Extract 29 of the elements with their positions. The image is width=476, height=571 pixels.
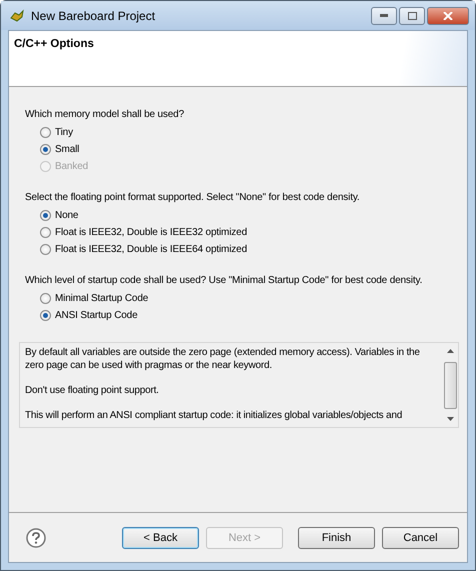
minimize-button[interactable] <box>371 6 397 24</box>
minimize-icon <box>380 14 388 17</box>
description-text: By default all variables are outside the zero page (extended memory access). Variables in the zero page can be used with pragmas or the near keyword. <box>25 346 421 372</box>
page-title: C/C++ Options <box>14 38 94 50</box>
radio-option[interactable]: Float is IEEE32, Double is IEEE64 optimized <box>40 241 247 258</box>
dialog-button[interactable]: Cancel <box>382 526 459 548</box>
radio-option[interactable]: Float is IEEE32, Double is IEEE32 optimized <box>40 224 247 241</box>
dialog-button[interactable]: Finish <box>298 526 375 548</box>
radio-option[interactable]: None <box>40 207 78 224</box>
maximize-button[interactable] <box>399 6 425 24</box>
question-label: Which memory model shall be used? <box>25 109 184 120</box>
maximize-icon <box>408 12 416 20</box>
close-icon <box>443 12 453 20</box>
radio-option[interactable]: Small <box>40 141 80 158</box>
radio-option: Banked <box>40 158 88 175</box>
description-text: This will perform an ANSI compliant startup code: it initializes global variables/objects and <box>25 409 404 422</box>
question-label: Select the floating point format supported. Select "None" for best code density. <box>25 192 360 203</box>
radio-option[interactable]: Minimal Startup Code <box>40 290 148 307</box>
radio-option[interactable]: ANSI Startup Code <box>40 307 138 324</box>
radio-option[interactable]: Tiny <box>40 124 73 141</box>
close-button[interactable] <box>427 6 469 24</box>
scroll-up-icon[interactable] <box>446 349 454 353</box>
scroll-down-icon[interactable] <box>446 417 454 421</box>
window-title: New Bareboard Project <box>31 8 156 22</box>
description-text: Don't use floating point support. <box>25 384 160 397</box>
help-icon[interactable] <box>26 528 46 548</box>
dialog-button[interactable]: < Back <box>122 526 199 548</box>
plug-icon <box>9 8 25 22</box>
question-label: Which level of startup code shall be used? Use "Minimal Startup Code" for best code density. <box>25 275 422 286</box>
